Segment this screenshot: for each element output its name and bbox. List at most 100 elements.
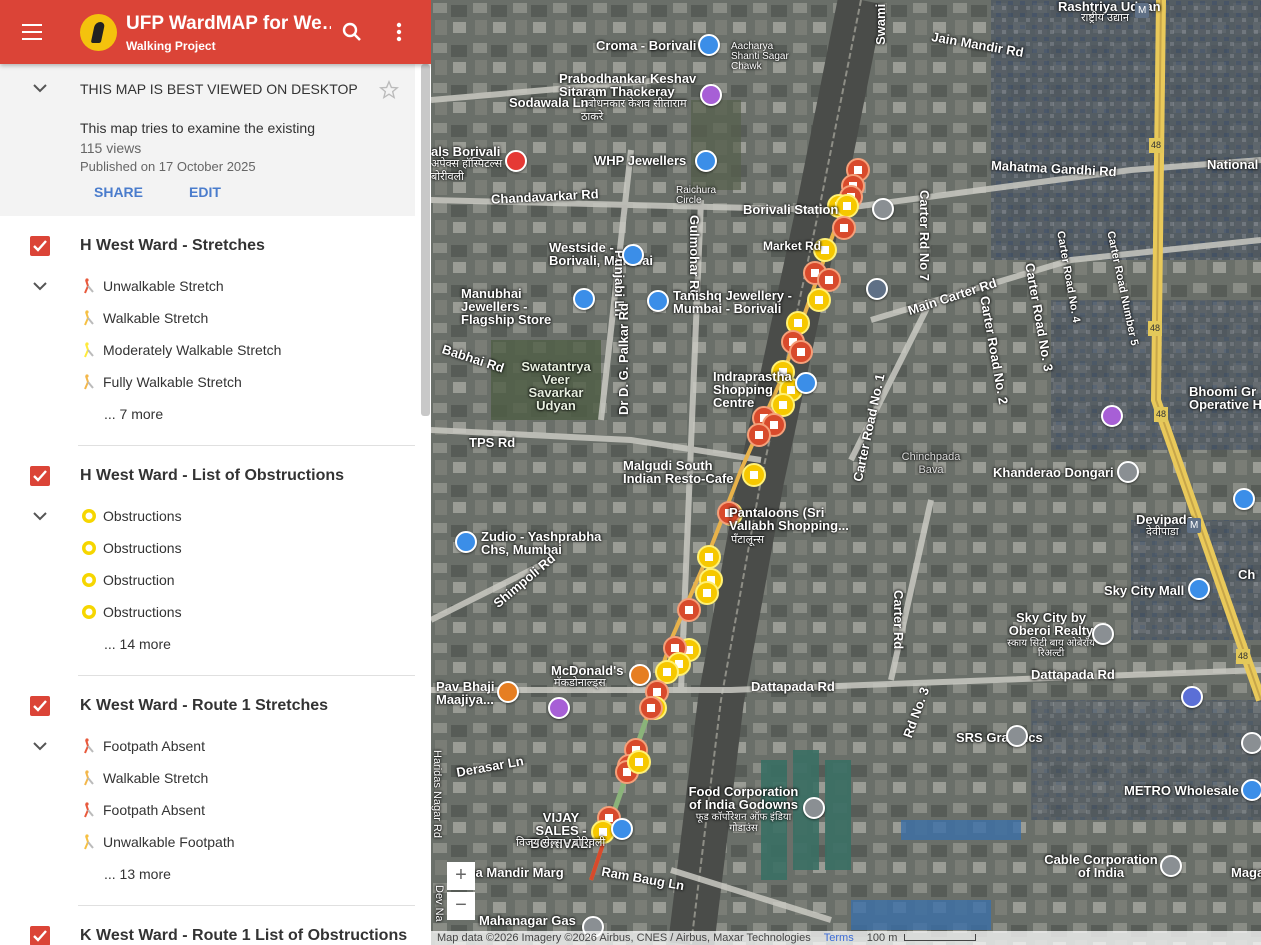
menu-icon[interactable] — [18, 19, 46, 45]
shopping-pin-icon[interactable] — [1188, 578, 1210, 600]
shopping-pin-icon[interactable] — [573, 288, 595, 310]
marker-glyph — [671, 644, 679, 652]
shopping-pin-icon[interactable] — [1233, 488, 1255, 510]
legend-item[interactable]: Fully Walkable Stretch — [80, 371, 400, 393]
shopping-cart-pin-icon[interactable] — [1241, 779, 1261, 801]
show-more-link[interactable]: ... 14 more — [104, 636, 171, 652]
legend-item[interactable]: Obstructions — [80, 505, 400, 527]
map-label: अपेक्स हॉस्पिटल्स बोरीवली — [431, 158, 503, 183]
section-divider — [78, 445, 415, 446]
layer-checkbox[interactable] — [30, 696, 50, 716]
shopping-pin-icon[interactable] — [455, 531, 477, 553]
place-pin-icon[interactable] — [1117, 461, 1139, 483]
show-more-link[interactable]: ... 13 more — [104, 866, 171, 882]
chevron-down-icon[interactable] — [30, 78, 50, 98]
legend-item-label: Walkable Stretch — [103, 770, 209, 786]
map-label: देवीपाडा — [1146, 526, 1179, 538]
place-pin-icon[interactable] — [1160, 855, 1182, 877]
shopping-pin-icon[interactable] — [795, 372, 817, 394]
app-header: UFP WardMAP for We… Walking Project — [0, 0, 431, 64]
map-label: Swatantrya Veer Savarkar Udyan — [521, 359, 591, 413]
map-label: National — [1207, 157, 1259, 172]
chevron-down-icon[interactable] — [30, 506, 50, 526]
layer-title[interactable]: K West Ward - Route 1 List of Obstructio… — [80, 927, 407, 945]
place-of-worship-pin-icon[interactable] — [548, 697, 570, 719]
legend-item-label: Footpath Absent — [103, 802, 205, 818]
place-of-worship-pin-icon[interactable] — [1101, 405, 1123, 427]
map-attribution: Map data ©2026 Imagery ©2026 Airbus, CNE… — [431, 931, 1261, 945]
layer-checkbox[interactable] — [30, 926, 50, 945]
place-pin-icon[interactable] — [1092, 623, 1114, 645]
marker-glyph — [815, 296, 823, 304]
view-count: 115 views — [80, 140, 142, 156]
walking-route-icon — [84, 770, 94, 786]
zoom-out-button[interactable]: − — [447, 892, 475, 920]
shopping-pin-icon[interactable] — [647, 290, 669, 312]
legend-item-label: Walkable Stretch — [103, 310, 209, 326]
shopping-pin-icon[interactable] — [611, 818, 633, 840]
legend-item-label: Unwalkable Stretch — [103, 278, 224, 294]
legend-item-label: Fully Walkable Stretch — [103, 374, 242, 390]
more-vert-icon[interactable] — [388, 20, 410, 44]
map-label: प्रबोधनकार केशव सीताराम ठाकरे — [581, 98, 687, 123]
satellite-map[interactable]: Rashtriya Udyan राष्ट्रीय उद्यान Croma -… — [431, 0, 1261, 945]
legend-item[interactable]: Footpath Absent — [80, 799, 400, 821]
marker-glyph — [685, 606, 693, 614]
legend-item[interactable]: Walkable Stretch — [80, 307, 400, 329]
map-label: Sky City by Oberoi Realty — [1008, 610, 1094, 638]
place-pin-icon[interactable] — [1006, 725, 1028, 747]
marker-glyph — [647, 704, 655, 712]
building-pin-icon[interactable] — [1181, 686, 1203, 708]
panel-scrollbar[interactable] — [421, 64, 430, 416]
map-label: Carter Rd No 7 — [917, 190, 932, 282]
layer-checkbox[interactable] — [30, 466, 50, 486]
legend-item[interactable]: Obstructions — [80, 537, 400, 559]
marker-glyph — [840, 224, 848, 232]
legend-item[interactable]: Unwalkable Footpath — [80, 831, 400, 853]
layer-title[interactable]: H West Ward - Stretches — [80, 237, 265, 255]
legend-item[interactable]: Obstructions — [80, 601, 400, 623]
shopping-pin-icon[interactable] — [695, 150, 717, 172]
layer-title[interactable]: H West Ward - List of Obstructions — [80, 467, 344, 485]
legend-item[interactable]: Footpath Absent — [80, 735, 400, 757]
place-pin-icon[interactable] — [803, 797, 825, 819]
legend-item[interactable]: Unwalkable Stretch — [80, 275, 400, 297]
place-pin-icon[interactable] — [872, 198, 894, 220]
edit-button[interactable]: EDIT — [189, 184, 221, 200]
search-icon[interactable] — [340, 20, 364, 44]
metro-station-icon[interactable]: M — [1187, 518, 1202, 533]
music-venue-pin-icon[interactable] — [700, 84, 722, 106]
layer-title[interactable]: K West Ward - Route 1 Stretches — [80, 697, 328, 715]
map-label: Market Rd — [763, 239, 822, 253]
legend-item-label: Obstructions — [103, 540, 182, 556]
legend-item[interactable]: Moderately Walkable Stretch — [80, 339, 400, 361]
highway-shield: 48 — [1148, 321, 1163, 336]
terms-link[interactable]: Terms — [824, 932, 854, 944]
obstruction-circle-icon — [82, 541, 96, 555]
restaurant-pin-icon[interactable] — [497, 681, 519, 703]
train-station-icon[interactable] — [866, 278, 888, 300]
info-title: THIS MAP IS BEST VIEWED ON DESKTOP — [80, 81, 358, 97]
zoom-in-button[interactable]: + — [447, 862, 475, 890]
shopping-pin-icon[interactable] — [698, 34, 720, 56]
marker-glyph — [653, 688, 661, 696]
map-label: Cable Corporation of India — [1044, 852, 1158, 880]
chevron-down-icon[interactable] — [30, 276, 50, 296]
layer-checkbox[interactable] — [30, 236, 50, 256]
chevron-down-icon[interactable] — [30, 736, 50, 756]
show-more-link[interactable]: ... 7 more — [104, 406, 163, 422]
place-pin-icon[interactable] — [1241, 732, 1261, 754]
hospital-pin-icon[interactable] — [505, 150, 527, 172]
metro-station-icon[interactable]: M — [1135, 3, 1150, 18]
restaurant-pin-icon[interactable] — [629, 664, 651, 686]
legend-item[interactable]: Walkable Stretch — [80, 767, 400, 789]
star-icon[interactable] — [378, 79, 400, 101]
shopping-pin-icon[interactable] — [622, 244, 644, 266]
map-legend-panel: UFP WardMAP for We… Walking Project THIS… — [0, 0, 431, 945]
legend-item-label: Obstructions — [103, 604, 182, 620]
map-label: Croma - Borivali — [596, 38, 697, 53]
share-button[interactable]: SHARE — [94, 184, 143, 200]
scale-label: 100 m — [866, 932, 898, 944]
legend-item[interactable]: Obstruction — [80, 569, 400, 591]
walking-project-logo — [80, 14, 117, 51]
